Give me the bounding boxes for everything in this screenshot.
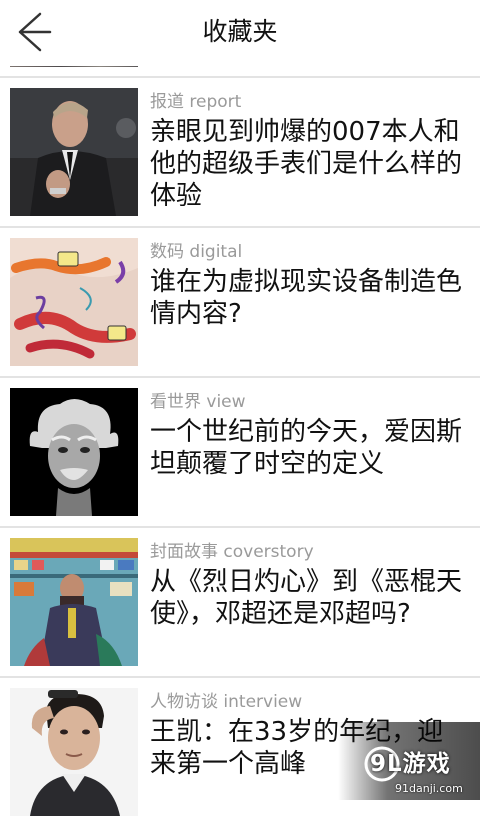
item-category: 数码 digital	[150, 242, 243, 262]
header-bar: 收藏夹	[0, 0, 480, 66]
item-category: 封面故事 coverstory	[150, 542, 314, 562]
page-title: 收藏夹	[202, 17, 278, 46]
list-item[interactable]: 数码 digital 谁在为虚拟现实设备制造色情内容?	[0, 228, 480, 378]
thumbnail-man-in-suit	[10, 88, 138, 216]
thumbnail-einstein-portrait	[10, 388, 138, 516]
list-item[interactable]: 看世界 view 一个世纪前的今天，爱因斯坦颠覆了时空的定义	[0, 378, 480, 528]
item-category: 看世界 view	[150, 392, 246, 412]
item-title: 亲眼见到帅爆的007本人和他的超级手表们是什么样的体验	[150, 117, 463, 211]
watermark-url: 91danji.com	[395, 782, 463, 795]
list-item[interactable]: 报道 report 亲眼见到帅爆的007本人和他的超级手表们是什么样的体验	[0, 78, 480, 228]
watermark-brand: 9L游戏	[370, 751, 451, 777]
thumbnail-actor-portrait	[10, 688, 138, 816]
item-title: 一个世纪前的今天，爱因斯坦颠覆了时空的定义	[150, 417, 463, 479]
thumbnail-vr-illustration	[10, 238, 138, 366]
item-category: 报道 report	[150, 92, 242, 112]
item-title: 从《烈日灼心》到《恶棍天使》，邓超还是邓超吗?	[150, 567, 463, 629]
list-item[interactable]: 封面故事 coverstory 从《烈日灼心》到《恶棍天使》，邓超还是邓超吗?	[0, 528, 480, 678]
item-category: 人物访谈 interview	[150, 692, 303, 712]
thumbnail-actor-sitting	[10, 538, 138, 666]
item-title: 谁在为虚拟现实设备制造色情内容?	[150, 267, 463, 329]
